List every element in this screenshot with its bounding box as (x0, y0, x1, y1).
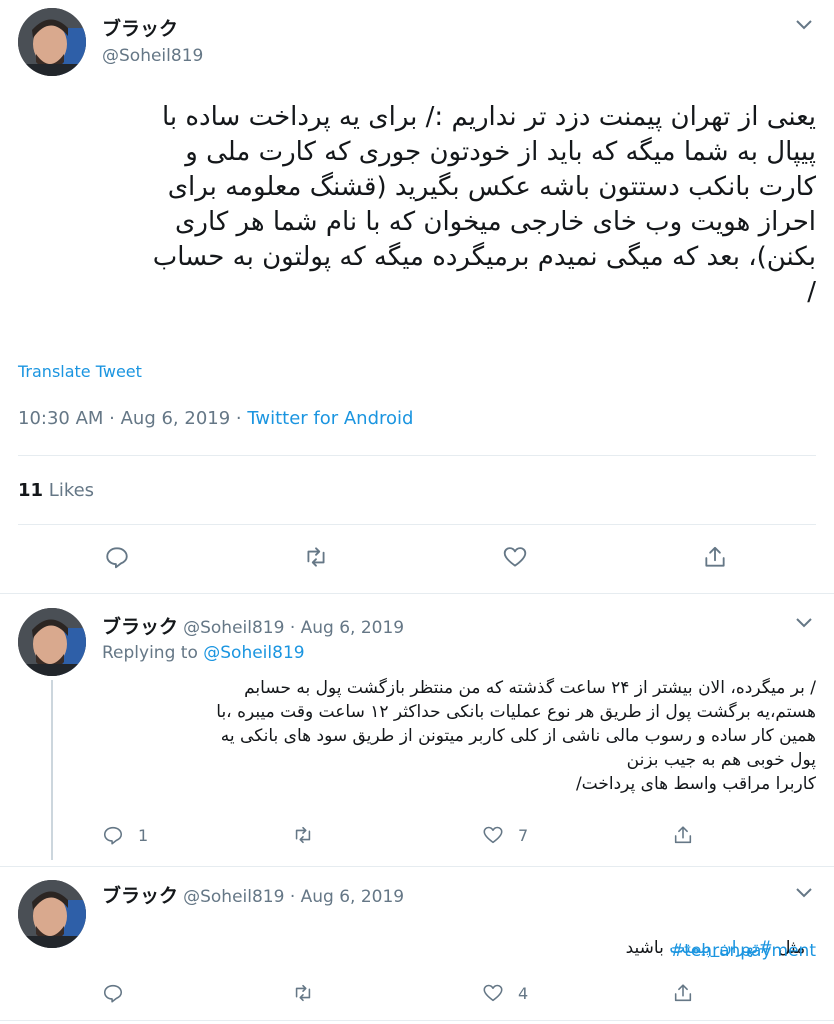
divider (0, 593, 834, 594)
share-button[interactable] (672, 982, 694, 1004)
display-name[interactable]: ブラック (102, 885, 178, 907)
retweet-button[interactable] (292, 824, 328, 846)
reply-meta[interactable]: @Soheil819 · Aug 6, 2019 (183, 887, 404, 907)
avatar[interactable] (18, 8, 86, 76)
like-count: 7 (518, 825, 529, 845)
translate-tweet-link[interactable]: Translate Tweet (18, 362, 142, 381)
retweet-icon (307, 547, 325, 567)
display-name[interactable]: ブラック (102, 616, 178, 638)
retweet-icon (295, 984, 311, 1002)
like-count: 4 (518, 983, 529, 1003)
chevron-down-icon[interactable] (794, 612, 814, 632)
divider (0, 866, 834, 867)
replying-to-handle[interactable]: @Soheil819 (203, 643, 304, 663)
reply-button[interactable] (102, 982, 138, 1004)
thread-line (51, 680, 53, 860)
avatar-photo-icon (18, 608, 86, 676)
avatar[interactable] (18, 880, 86, 948)
display-name[interactable]: ブラック (102, 14, 178, 41)
share-icon (705, 546, 725, 567)
reply-count: 1 (138, 825, 149, 845)
replying-to-label: Replying to (102, 643, 204, 663)
hashtag-link[interactable]: #tehranpayment (670, 941, 816, 961)
chevron-down-icon[interactable] (794, 882, 814, 902)
like-button[interactable] (502, 544, 528, 570)
likes-stat[interactable]: 11 Likes (18, 480, 94, 501)
avatar-photo-icon (18, 880, 86, 948)
likes-label: Likes (43, 480, 95, 501)
likes-count: 11 (18, 480, 44, 501)
like-button[interactable]: 7 (482, 824, 528, 846)
avatar[interactable] (18, 608, 86, 676)
tweet-time[interactable]: 10:30 AM · Aug 6, 2019 · (18, 408, 247, 429)
like-button[interactable]: 4 (482, 982, 528, 1004)
heart-icon (483, 826, 503, 844)
divider (18, 455, 816, 456)
divider (0, 1020, 834, 1021)
tweet-source-link[interactable]: Twitter for Android (247, 408, 413, 429)
chevron-down-icon[interactable] (794, 14, 814, 34)
tweet-text: یعنی از تهران پیمنت دزد تر نداریم :/ برا… (152, 102, 816, 307)
reply-icon (106, 547, 128, 569)
share-button[interactable] (672, 824, 694, 846)
user-handle[interactable]: @Soheil819 (102, 46, 203, 66)
reply-text-suffix: باشید (625, 938, 670, 958)
divider (18, 524, 816, 525)
retweet-button[interactable] (292, 982, 328, 1004)
reply-meta[interactable]: @Soheil819 · Aug 6, 2019 (183, 618, 404, 638)
heart-icon (503, 547, 527, 567)
reply-text: / بر میگرده، الان بیشتر از ۲۴ ساعت گذشته… (216, 678, 816, 794)
retweet-icon (295, 826, 311, 844)
reply-button[interactable]: 1 (102, 824, 148, 846)
heart-icon (483, 984, 503, 1002)
share-icon (674, 826, 692, 844)
reply-button[interactable] (104, 544, 130, 570)
reply-icon (103, 826, 123, 845)
share-icon (674, 984, 692, 1002)
replying-to: Replying to @Soheil819 (102, 643, 305, 663)
share-button[interactable] (702, 544, 728, 570)
reply-icon (103, 984, 123, 1003)
tweet-timestamp: 10:30 AM · Aug 6, 2019 · Twitter for And… (18, 408, 413, 429)
retweet-button[interactable] (303, 544, 329, 570)
reply-header: ブラック @Soheil819 · Aug 6, 2019 (102, 881, 404, 908)
reply-header: ブラック @Soheil819 · Aug 6, 2019 (102, 612, 404, 639)
avatar-photo-icon (18, 8, 86, 76)
